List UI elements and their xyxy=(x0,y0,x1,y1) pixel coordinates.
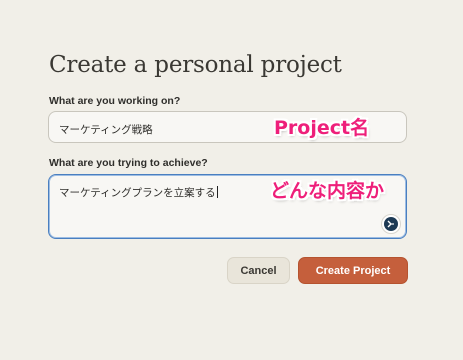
create-project-dialog: Create a personal project What are you w… xyxy=(0,0,463,360)
text-caret xyxy=(216,186,218,198)
project-goal-annotation: どんな内容か xyxy=(270,180,385,202)
project-goal-value: マーケティングプランを立案する xyxy=(59,187,216,199)
grammar-assistant-icon[interactable] xyxy=(381,214,401,234)
project-name-annotation: Project名 xyxy=(274,117,370,139)
create-project-button[interactable]: Create Project xyxy=(298,257,408,284)
chevron-right-icon xyxy=(387,220,394,228)
cancel-button[interactable]: Cancel xyxy=(227,257,290,284)
project-goal-label: What are you trying to achieve? xyxy=(49,157,208,169)
project-name-label: What are you working on? xyxy=(49,95,181,107)
assistant-badge xyxy=(384,217,398,231)
project-goal-text: マーケティングプランを立案する xyxy=(59,185,218,200)
project-name-value: マーケティング戦略 xyxy=(59,124,153,136)
dialog-title: Create a personal project xyxy=(49,52,342,78)
